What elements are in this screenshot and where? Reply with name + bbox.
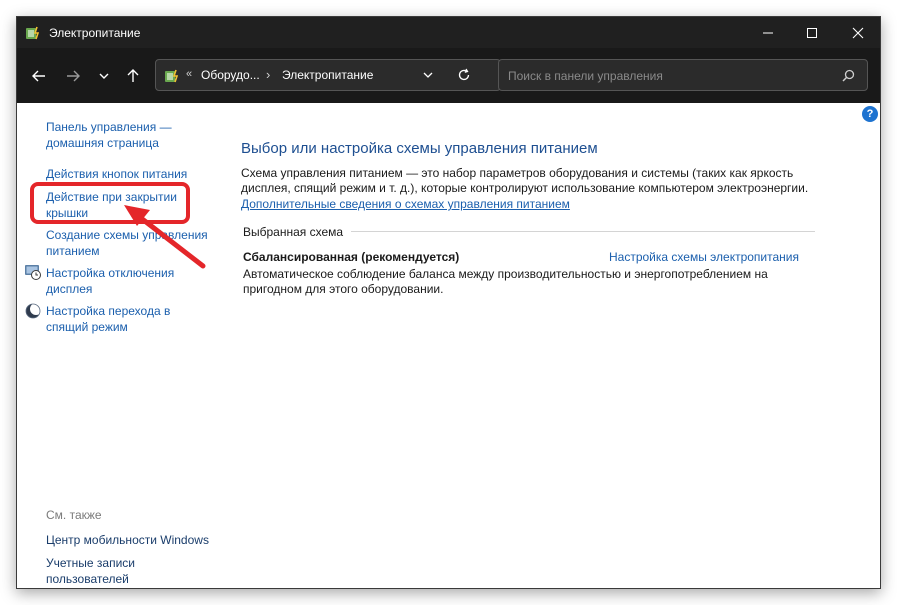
annotation-arrow	[124, 205, 206, 269]
